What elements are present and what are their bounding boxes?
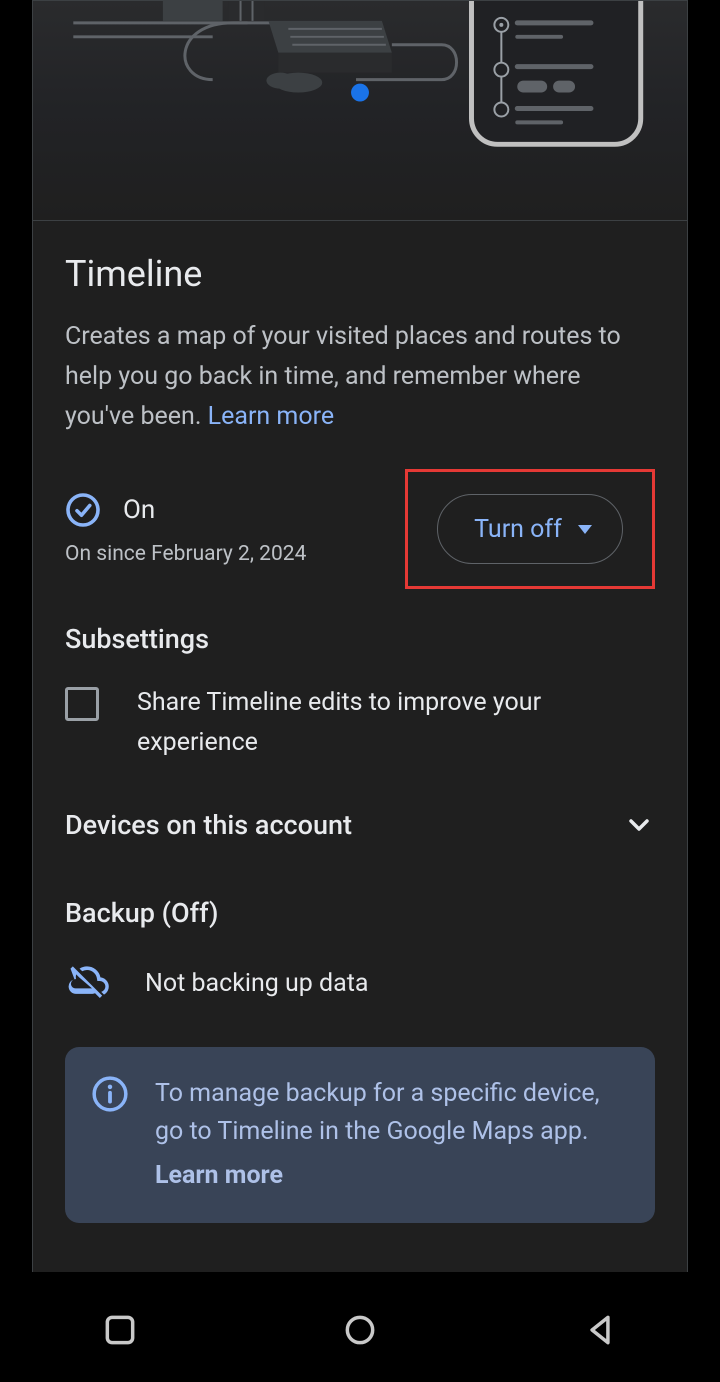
info-card: To manage backup for a specific device, …	[65, 1047, 655, 1223]
chevron-down-icon	[623, 809, 655, 841]
android-nav-bar	[0, 1282, 720, 1382]
settings-screen: Timeline Creates a map of your visited p…	[0, 0, 720, 1382]
backup-status-text: Not backing up data	[145, 969, 369, 998]
info-icon	[91, 1075, 129, 1195]
page-title: Timeline	[65, 253, 655, 295]
status-left: On On since February 2, 2024	[65, 492, 306, 566]
description-text: Creates a map of your visited places and…	[65, 322, 621, 431]
share-edits-label: Share Timeline edits to improve your exp…	[137, 683, 655, 763]
recent-apps-button[interactable]	[101, 1311, 139, 1353]
hero-svg	[33, 1, 687, 214]
timeline-description: Creates a map of your visited places and…	[65, 317, 655, 437]
cloud-off-icon	[65, 959, 109, 1007]
info-message-wrap: To manage backup for a specific device, …	[155, 1075, 629, 1195]
status-since: On since February 2, 2024	[65, 542, 306, 566]
share-edits-checkbox[interactable]	[65, 687, 99, 721]
back-button[interactable]	[581, 1311, 619, 1353]
subsettings-heading: Subsettings	[65, 623, 655, 655]
home-button[interactable]	[341, 1311, 379, 1353]
timeline-settings-card: Timeline Creates a map of your visited p…	[32, 0, 688, 1272]
info-learn-more-link[interactable]: Learn more	[155, 1157, 629, 1195]
backup-status-row: Not backing up data	[65, 959, 655, 1007]
turn-off-label: Turn off	[474, 515, 562, 544]
turn-off-highlight-box: Turn off	[405, 469, 655, 589]
backup-heading: Backup (Off)	[65, 897, 655, 929]
status-row: On On since February 2, 2024 Turn off	[65, 469, 655, 589]
status-on-line: On	[65, 492, 306, 528]
content-area: Timeline Creates a map of your visited p…	[33, 221, 687, 1255]
info-message: To manage backup for a specific device, …	[155, 1079, 600, 1146]
hero-illustration	[33, 1, 687, 221]
devices-heading: Devices on this account	[65, 809, 352, 841]
chevron-down-icon	[578, 525, 592, 534]
status-label: On	[123, 495, 155, 525]
share-edits-row: Share Timeline edits to improve your exp…	[65, 683, 655, 763]
learn-more-link[interactable]: Learn more	[208, 402, 334, 431]
turn-off-button[interactable]: Turn off	[437, 494, 623, 564]
devices-expand-row[interactable]: Devices on this account	[65, 801, 655, 875]
check-circle-icon	[65, 492, 101, 528]
